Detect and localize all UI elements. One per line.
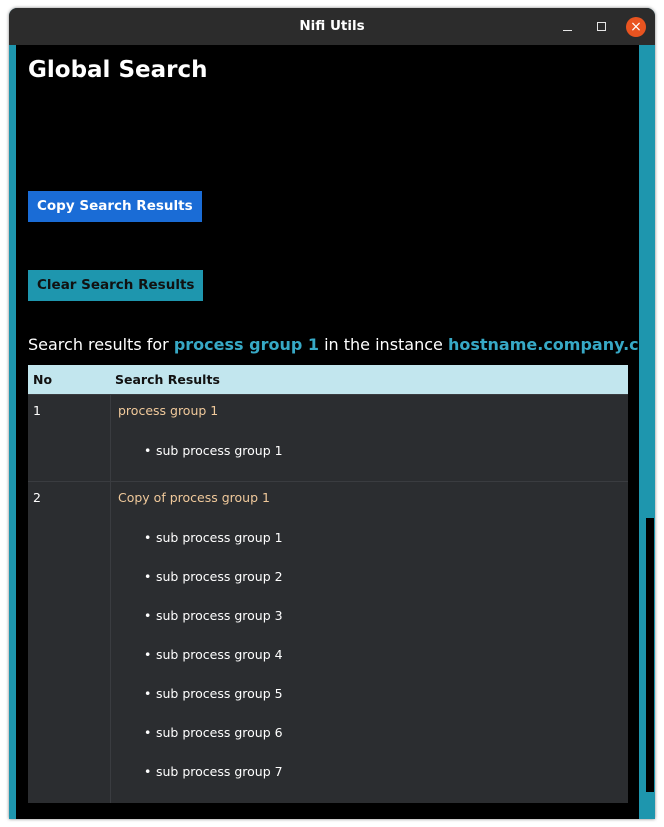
sub-group-name: sub process group 7 xyxy=(156,764,283,779)
maximize-icon[interactable] xyxy=(592,17,612,37)
process-group-name: Copy of process group 1 xyxy=(118,490,270,505)
column-header-search-results: Search Results xyxy=(115,372,220,387)
column-divider xyxy=(110,395,111,481)
process-group-name: process group 1 xyxy=(118,403,219,418)
results-prefix: Search results for xyxy=(28,335,174,354)
sub-group-name: sub process group 5 xyxy=(156,686,283,701)
row-number: 1 xyxy=(33,403,41,418)
list-item: sub process group 1 xyxy=(118,442,283,481)
list-item: sub process group 1 xyxy=(118,529,283,568)
clear-search-results-button[interactable]: Clear Search Results xyxy=(28,270,204,301)
title-bar[interactable]: Nifi Utils × xyxy=(9,8,655,45)
column-divider xyxy=(110,482,111,803)
search-query: process group 1 xyxy=(173,335,319,354)
list-item: sub process group 7 xyxy=(118,763,283,802)
close-icon[interactable]: × xyxy=(626,17,646,37)
scrollbar-thumb[interactable] xyxy=(646,518,654,792)
column-header-no: No xyxy=(33,372,53,387)
table-row: 2 Copy of process group 1 sub process gr… xyxy=(28,481,628,803)
app-window: Nifi Utils × Global Search Copy Search R… xyxy=(9,8,655,819)
list-item: sub process group 6 xyxy=(118,724,283,763)
page-title: Global Search xyxy=(28,57,208,83)
row-number: 2 xyxy=(33,490,41,505)
sub-group-name: sub process group 1 xyxy=(156,443,283,458)
main-content: Global Search Copy Search Results Clear … xyxy=(16,45,639,819)
sub-group-name: sub process group 6 xyxy=(156,725,283,740)
results-middle: in the instance xyxy=(319,335,448,354)
list-item: sub process group 5 xyxy=(118,685,283,724)
table-row: 1 process group 1 sub process group 1 xyxy=(28,394,628,481)
sub-group-name: sub process group 3 xyxy=(156,608,283,623)
search-results-summary: Search results for process group 1 in th… xyxy=(28,335,639,354)
list-item: sub process group 4 xyxy=(118,646,283,685)
minimize-icon[interactable] xyxy=(558,17,578,37)
table-header: No Search Results xyxy=(28,365,628,394)
list-item: sub process group 2 xyxy=(118,568,283,607)
sub-group-name: sub process group 2 xyxy=(156,569,283,584)
list-item: sub process group 3 xyxy=(118,607,283,646)
instance-name: hostname.company.com xyxy=(447,335,639,354)
sub-group-name: sub process group 1 xyxy=(156,530,283,545)
copy-search-results-button[interactable]: Copy Search Results xyxy=(28,191,202,222)
sub-group-list: sub process group 1 sub process group 2 … xyxy=(118,529,283,802)
sub-group-list: sub process group 1 xyxy=(118,442,283,481)
sub-group-name: sub process group 4 xyxy=(156,647,283,662)
search-results-table: No Search Results 1 process group 1 sub … xyxy=(28,365,628,803)
